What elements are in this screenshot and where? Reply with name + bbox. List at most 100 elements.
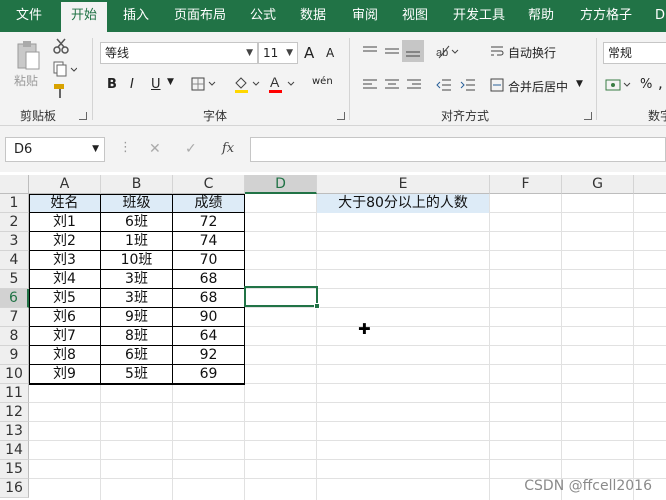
alignment-launcher-icon[interactable] [584, 112, 592, 120]
font-size-value: 11 [263, 46, 279, 60]
font-color-icon[interactable]: A [268, 74, 298, 94]
row-header-7[interactable]: 7 [0, 308, 29, 327]
formula-input[interactable] [250, 137, 666, 162]
decrease-indent-icon[interactable] [434, 76, 454, 94]
format-painter-icon[interactable] [52, 82, 70, 100]
comma-style-button[interactable]: , [658, 74, 663, 92]
align-right-icon[interactable] [404, 76, 424, 94]
row-header-14[interactable]: 14 [0, 441, 29, 460]
row-header-1[interactable]: 1 [0, 194, 29, 213]
number-format-combo[interactable]: 常规 [603, 42, 666, 64]
align-bottom-icon[interactable] [402, 40, 424, 62]
column-header-e[interactable]: E [317, 175, 490, 194]
clipboard-group-label: 剪贴板 [20, 109, 57, 123]
row-header-9[interactable]: 9 [0, 346, 29, 365]
align-left-icon[interactable] [360, 76, 380, 94]
column-header-b[interactable]: B [101, 175, 173, 194]
tab-insert[interactable]: 插入 [123, 0, 149, 32]
underline-button[interactable]: U [151, 77, 161, 92]
wrap-text-button[interactable]: 自动换行 [508, 44, 556, 61]
align-middle-icon[interactable] [382, 42, 402, 60]
grow-font-icon[interactable]: A [304, 44, 314, 62]
column-header-c[interactable]: C [173, 175, 245, 194]
svg-text:A: A [270, 74, 280, 90]
chevron-down-icon: ▼ [286, 48, 293, 58]
merge-center-icon[interactable] [489, 76, 505, 94]
tab-ffcell[interactable]: 方方格子 [580, 0, 632, 32]
border-icon[interactable] [190, 76, 220, 92]
enter-icon[interactable]: ✓ [185, 141, 197, 157]
chevron-down-icon[interactable]: ▼ [92, 138, 99, 161]
font-name-value: 等线 [105, 46, 130, 60]
tab-formulas[interactable]: 公式 [250, 0, 276, 32]
fill-handle[interactable] [314, 303, 320, 309]
italic-button[interactable]: I [130, 77, 134, 92]
tab-data[interactable]: 数据 [300, 0, 326, 32]
copy-icon[interactable] [52, 60, 78, 78]
shrink-font-icon[interactable]: A [326, 46, 334, 60]
align-top-icon[interactable] [360, 42, 380, 60]
clipboard-launcher-icon[interactable] [79, 112, 87, 120]
currency-format-icon[interactable] [604, 76, 634, 94]
phonetic-guide-icon[interactable]: wén [312, 76, 333, 87]
ribbon-home: 粘贴 剪贴板 等线 ▼ 11 ▼ A A B I U ▼ A wén 字体 ab 自… [0, 32, 666, 126]
gridline [561, 194, 562, 500]
row-header-5[interactable]: 5 [0, 270, 29, 289]
gridline [489, 194, 490, 500]
alignment-group-label: 对齐方式 [441, 109, 490, 123]
row-header-15[interactable]: 15 [0, 460, 29, 479]
row-header-16[interactable]: 16 [0, 479, 29, 498]
group-separator [349, 38, 350, 120]
row-header-2[interactable]: 2 [0, 213, 29, 232]
fill-color-icon[interactable] [232, 74, 264, 94]
paste-icon[interactable] [14, 38, 42, 72]
tab-help[interactable]: 帮助 [528, 0, 554, 32]
active-cell-d6[interactable] [244, 286, 318, 307]
merge-center-button[interactable]: 合并后居中 [508, 78, 568, 95]
insert-function-icon[interactable]: fx [222, 141, 234, 156]
column-header-g[interactable]: G [562, 175, 634, 194]
percent-style-button[interactable]: % [640, 77, 652, 92]
increase-indent-icon[interactable] [458, 76, 478, 94]
row-header-10[interactable]: 10 [0, 365, 29, 384]
name-box[interactable]: D6 ▼ [5, 137, 105, 162]
tab-home[interactable]: 开始 [61, 2, 108, 32]
cancel-icon[interactable]: ✕ [149, 141, 161, 157]
paste-label[interactable]: 粘贴 [14, 72, 38, 89]
tab-di[interactable]: DI [655, 0, 666, 32]
bold-button[interactable]: B [107, 77, 117, 92]
gridline [29, 421, 666, 422]
row-header-4[interactable]: 4 [0, 251, 29, 270]
wrap-text-icon[interactable] [489, 42, 505, 60]
column-header-a[interactable]: A [29, 175, 101, 194]
chevron-down-icon[interactable]: ▼ [167, 77, 174, 87]
gridline [29, 459, 666, 460]
font-launcher-icon[interactable] [337, 112, 345, 120]
chevron-down-icon[interactable]: ▼ [576, 79, 583, 89]
row-header-8[interactable]: 8 [0, 327, 29, 346]
row-header-6[interactable]: 6 [0, 289, 29, 308]
column-header-h[interactable] [634, 175, 666, 194]
row-header-11[interactable]: 11 [0, 384, 29, 403]
formula-bar-splitter-icon[interactable]: ⋮ [119, 140, 132, 155]
number-group-label: 数字 [648, 109, 666, 123]
worksheet-grid[interactable]: A B C D E F G 1 2 3 4 5 6 7 8 9 10 11 12… [0, 172, 666, 500]
tab-review[interactable]: 审阅 [352, 0, 378, 32]
orientation-icon[interactable]: ab [434, 42, 462, 60]
select-all-corner[interactable] [0, 175, 29, 194]
column-header-f[interactable]: F [490, 175, 562, 194]
row-header-12[interactable]: 12 [0, 403, 29, 422]
tab-page-layout[interactable]: 页面布局 [174, 0, 226, 32]
cut-icon[interactable] [52, 37, 70, 55]
cell-e1[interactable]: 大于80分以上的人数 [317, 194, 489, 213]
column-header-d[interactable]: D [245, 175, 317, 194]
chevron-down-icon: ▼ [246, 48, 253, 58]
tab-file[interactable]: 文件 [16, 0, 42, 32]
row-header-3[interactable]: 3 [0, 232, 29, 251]
tab-developer[interactable]: 开发工具 [453, 0, 505, 32]
tab-view[interactable]: 视图 [402, 0, 428, 32]
font-name-combo[interactable]: 等线 ▼ [100, 42, 258, 64]
row-header-13[interactable]: 13 [0, 422, 29, 441]
font-size-combo[interactable]: 11 ▼ [258, 42, 298, 64]
align-center-icon[interactable] [382, 76, 402, 94]
